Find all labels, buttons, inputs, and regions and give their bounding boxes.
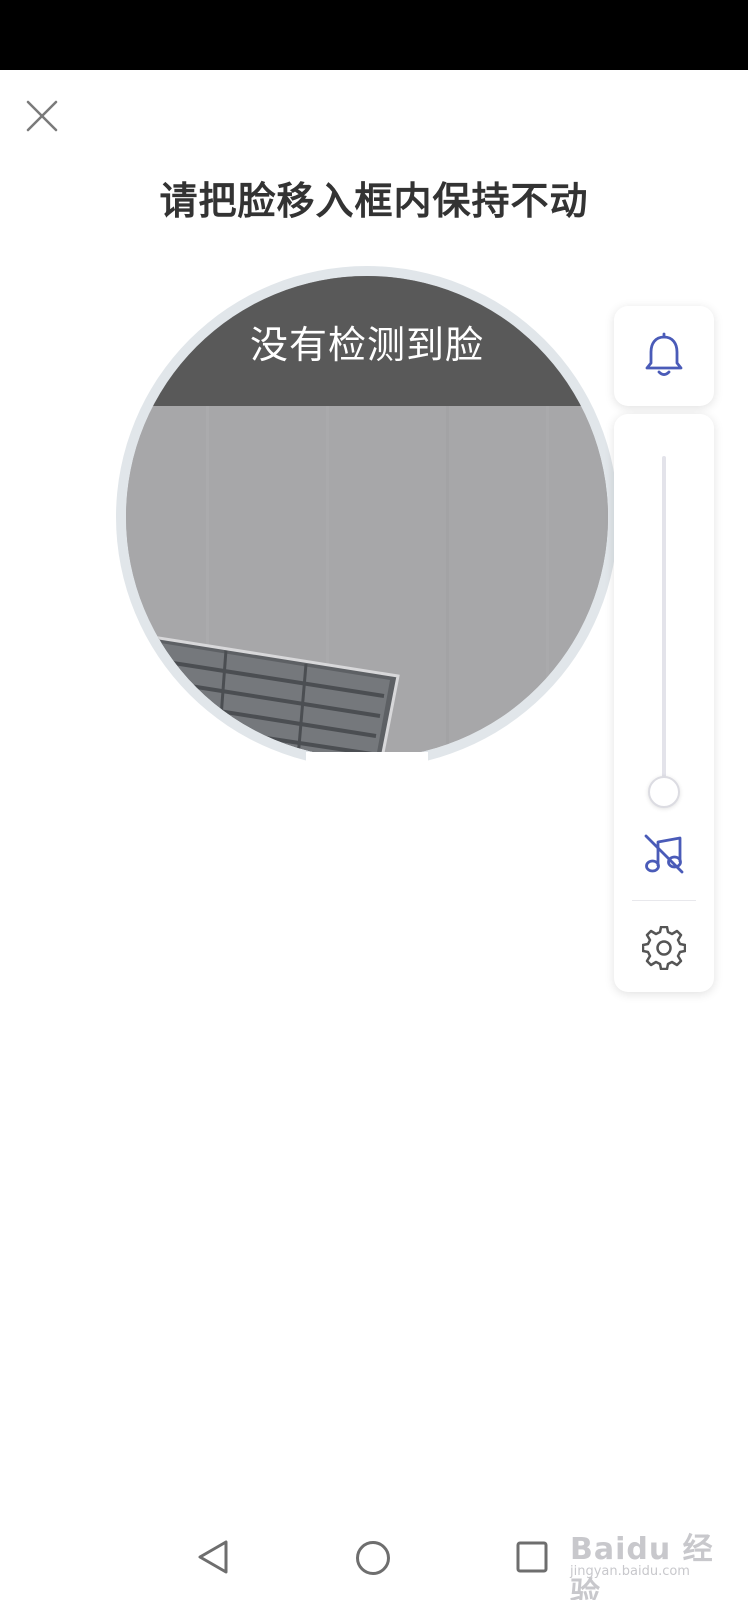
notification-button[interactable] (614, 306, 714, 406)
face-frame: 没有检测到脸 (126, 276, 608, 758)
back-triangle-icon (198, 1540, 228, 1574)
status-bar (0, 0, 748, 70)
face-verification-screen: 请把脸移入框内保持不动 没有检测到脸 Baidu 经验 jingyan.baid… (0, 0, 748, 1600)
volume-slider-track[interactable] (662, 456, 666, 792)
mute-button[interactable] (642, 832, 686, 876)
nav-home-button[interactable] (355, 1540, 391, 1576)
face-status-banner: 没有检测到脸 (126, 276, 608, 406)
music-off-icon (644, 834, 684, 874)
gear-icon (641, 925, 687, 971)
face-status-text: 没有检测到脸 (249, 323, 484, 367)
bell-icon (645, 332, 683, 376)
close-button[interactable] (22, 96, 62, 136)
face-frame-gap (306, 752, 428, 772)
watermark-url: jingyan.baidu.com (570, 1564, 690, 1579)
page-title: 请把脸移入框内保持不动 (159, 179, 589, 223)
nav-back-button[interactable] (196, 1538, 232, 1576)
home-circle-icon (356, 1541, 390, 1575)
watermark: Baidu 经验 jingyan.baidu.com (570, 1512, 740, 1600)
close-icon (26, 100, 58, 132)
volume-slider-thumb[interactable] (648, 776, 680, 808)
nav-recent-button[interactable] (515, 1540, 549, 1574)
watermark-brand: Baidu 经验 (570, 1532, 714, 1600)
settings-button[interactable] (641, 925, 687, 971)
volume-panel (614, 414, 714, 992)
panel-divider (632, 900, 696, 901)
recent-square-icon (516, 1541, 548, 1573)
